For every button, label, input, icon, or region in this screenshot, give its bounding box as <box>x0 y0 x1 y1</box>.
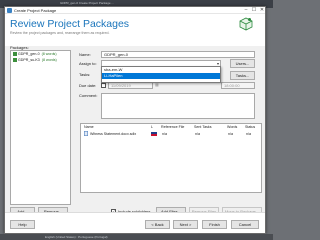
maximize-button[interactable]: ☐ <box>250 7 258 14</box>
file-name: Witness Statement.docx.sdlx <box>90 132 137 136</box>
name-label: Name: <box>79 52 91 57</box>
background-window-text: GDPR_gen-0 Create Project Package ... <box>60 1 114 5</box>
users-button[interactable]: Users... <box>230 59 255 68</box>
packages-list[interactable]: GDPR_gen-0 (8 words) GDPR_su-K3 (8 words) <box>10 50 71 205</box>
due-date-checkbox[interactable] <box>101 83 106 88</box>
wizard-header: Review Project Packages Review the proje… <box>5 14 265 46</box>
sent-tasks-value: n/a <box>195 132 200 136</box>
package-name: GDPR_su-K3 <box>18 58 40 62</box>
language-flag-icon <box>151 132 157 136</box>
due-time-field[interactable]: 18:00:00 <box>221 82 255 89</box>
tasks-button[interactable]: Tasks... <box>230 71 255 80</box>
status-value: n/a <box>246 132 251 136</box>
back-button[interactable]: < Back <box>145 220 170 229</box>
comment-textarea[interactable] <box>101 93 255 119</box>
wizard-footer: Help < Back Next > Finish Cancel <box>5 212 265 233</box>
next-button[interactable]: Next > <box>173 220 198 229</box>
due-date-label: Due date: <box>79 83 97 88</box>
wizard-body: Packages: GDPR_gen-0 (8 words) GDPR_su-K3… <box>5 45 265 216</box>
package-word-count: (8 words) <box>41 52 57 56</box>
due-date-field[interactable]: 11/09/2019 <box>108 82 153 89</box>
column-header-language[interactable]: L <box>151 124 153 130</box>
background-status-text: English (United States) : Portuguese (Po… <box>45 235 108 239</box>
background-status-bar: English (United States) : Portuguese (Po… <box>0 234 273 240</box>
package-name: GDPR_gen-0 <box>18 52 40 56</box>
app-icon <box>7 8 12 13</box>
tasks-label: Tasks: <box>79 72 91 77</box>
package-word-count: (8 words) <box>41 58 57 62</box>
package-item-icon <box>13 58 17 62</box>
create-project-package-dialog: Create Project Package – ☐ ✕ Review Proj… <box>4 6 266 234</box>
files-table: Name L Reference File Sent Tasks Words S… <box>80 123 262 193</box>
dropdown-option-selected[interactable]: Li-HaPilen <box>102 73 220 79</box>
package-item-icon <box>13 52 17 56</box>
page-subtitle: Review the project packages and, rearran… <box>10 31 110 35</box>
package-icon <box>239 17 253 31</box>
cancel-button[interactable]: Cancel <box>231 220 259 229</box>
close-button[interactable]: ✕ <box>258 7 265 14</box>
column-header-sent-tasks[interactable]: Sent Tasks <box>194 124 212 130</box>
list-item[interactable]: GDPR_gen-0 (8 words) <box>13 52 70 57</box>
column-header-name[interactable]: Name <box>84 124 94 130</box>
assign-to-dropdown-list: sba-em-W Li-HaPilen <box>101 66 221 83</box>
assign-to-label: Assign to: <box>79 61 97 66</box>
title-bar: Create Project Package – ☐ ✕ <box>5 7 265 14</box>
finish-button[interactable]: Finish <box>202 220 227 229</box>
reference-file-value: n/a <box>162 132 167 136</box>
page-title: Review Project Packages <box>10 18 130 30</box>
window-title: Create Project Package <box>14 8 57 13</box>
minimize-button[interactable]: – <box>242 7 250 14</box>
name-field[interactable]: GDPR_gen-0 <box>101 51 255 58</box>
file-icon <box>84 131 88 137</box>
list-item[interactable]: GDPR_su-K3 (8 words) <box>13 58 70 63</box>
words-value: n/a <box>228 132 233 136</box>
column-header-words[interactable]: Words <box>227 124 237 130</box>
column-header-status[interactable]: Status <box>245 124 255 130</box>
column-header-reference-file[interactable]: Reference File <box>161 124 184 130</box>
table-row[interactable]: Witness Statement.docx.sdlx n/a n/a n/a … <box>82 131 261 137</box>
comment-label: Comment: <box>79 93 98 98</box>
help-button[interactable]: Help <box>10 220 35 229</box>
